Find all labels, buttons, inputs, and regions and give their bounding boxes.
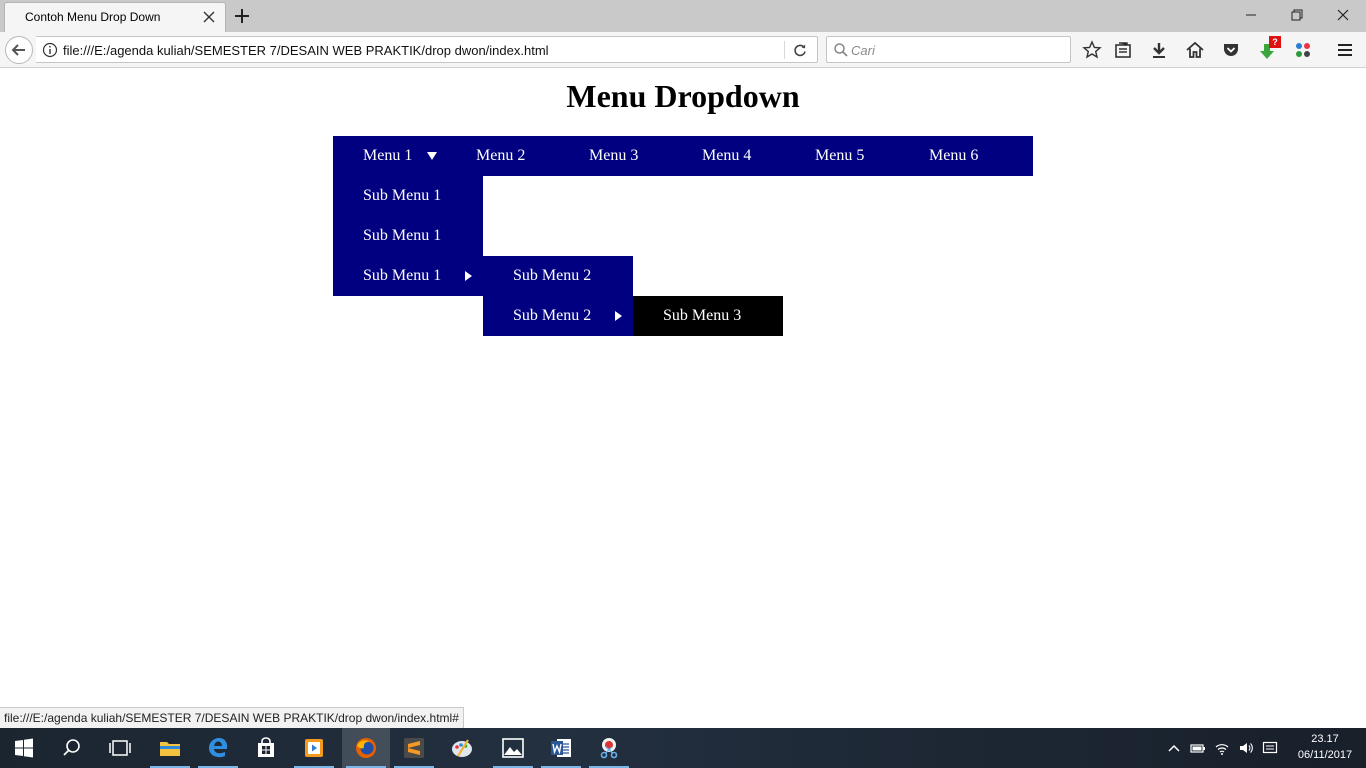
search-icon: [834, 43, 848, 57]
menu-item-label: Menu 1: [363, 147, 413, 164]
submenu-level-2: Sub Menu 2 Sub Menu 2: [483, 256, 633, 336]
store-button[interactable]: [242, 728, 290, 768]
submenu-level-1: Sub Menu 1 Sub Menu 1 Sub Menu 1: [333, 176, 483, 296]
submenu-1-item[interactable]: Sub Menu 1: [333, 216, 483, 256]
file-explorer-button[interactable]: [146, 728, 194, 768]
menu-item-2[interactable]: Menu 2: [446, 136, 559, 176]
windows-logo-icon: [15, 738, 33, 758]
volume-icon[interactable]: [1238, 740, 1254, 756]
extension-puzzle-icon[interactable]: [1293, 40, 1313, 60]
new-tab-icon[interactable]: [232, 6, 252, 26]
search-input[interactable]: [851, 41, 1061, 59]
menu-item-label: Menu 3: [589, 147, 639, 164]
bookmark-star-icon[interactable]: [1082, 40, 1102, 60]
store-bag-icon: [258, 737, 274, 757]
clock-date: 06/11/2017: [1297, 749, 1353, 761]
sublime-text-button[interactable]: [390, 728, 438, 768]
extension-download-button[interactable]: ?: [1257, 36, 1283, 62]
search-bar[interactable]: [826, 36, 1071, 63]
browser-tab[interactable]: Contoh Menu Drop Down: [4, 2, 226, 32]
main-menu-bar: Menu 1 Menu 2 Menu 3 Menu 4 Menu 5 Menu …: [333, 136, 1033, 176]
start-button[interactable]: [0, 728, 48, 768]
media-player-icon: [305, 739, 323, 757]
folder-icon: [160, 742, 180, 756]
back-arrow-icon: [11, 44, 25, 56]
edge-icon: [209, 738, 228, 758]
menu-item-3[interactable]: Menu 3: [559, 136, 672, 176]
status-link-preview: file:///E:/agenda kuliah/SEMESTER 7/DESA…: [0, 707, 464, 728]
submenu-1-item-with-children[interactable]: Sub Menu 1: [333, 256, 483, 296]
menu-item-6[interactable]: Menu 6: [899, 136, 1012, 176]
photos-icon: [502, 738, 524, 758]
menu-item-label: Menu 2: [476, 147, 526, 164]
back-button[interactable]: [5, 36, 33, 64]
word-button[interactable]: [537, 728, 585, 768]
firefox-icon: [356, 738, 376, 758]
minimize-icon[interactable]: [1241, 6, 1261, 24]
menu-item-1[interactable]: Menu 1: [333, 136, 453, 176]
notification-badge: ?: [1269, 36, 1281, 48]
paint-button[interactable]: [438, 728, 486, 768]
sublime-text-icon: [404, 738, 424, 758]
reading-list-icon[interactable]: [1113, 40, 1133, 60]
edge-browser-button[interactable]: [194, 728, 242, 768]
battery-icon[interactable]: [1190, 740, 1206, 756]
menu-item-label: Menu 6: [929, 147, 979, 164]
wifi-icon[interactable]: [1214, 740, 1230, 756]
word-icon: [551, 739, 571, 757]
submenu-item-label: Sub Menu 2: [513, 307, 592, 324]
windows-taskbar: 23.17 06/11/2017: [0, 728, 1366, 768]
close-tab-icon[interactable]: [201, 9, 217, 25]
dropdown-arrow-icon: [427, 152, 437, 160]
submenu-level-3: Sub Menu 3: [633, 296, 783, 336]
task-view-icon: [109, 740, 131, 756]
clock-time: 23.17: [1311, 733, 1339, 745]
action-center-icon[interactable]: [1262, 740, 1278, 756]
tab-title: Contoh Menu Drop Down: [25, 10, 161, 24]
menu-item-4[interactable]: Menu 4: [672, 136, 785, 176]
download-icon[interactable]: [1149, 40, 1169, 60]
home-icon[interactable]: [1185, 40, 1205, 60]
info-icon[interactable]: [42, 42, 58, 58]
submenu-3-item[interactable]: Sub Menu 3: [633, 296, 783, 336]
chevron-right-icon: [615, 311, 622, 321]
firefox-button[interactable]: [342, 728, 390, 768]
submenu-2-item[interactable]: Sub Menu 2: [483, 256, 633, 296]
navigation-toolbar: file:///E:/agenda kuliah/SEMESTER 7/DESA…: [0, 32, 1366, 68]
pocket-icon[interactable]: [1221, 40, 1241, 60]
menu-item-label: Menu 5: [815, 147, 865, 164]
chevron-right-icon: [465, 271, 472, 281]
submenu-item-label: Sub Menu 1: [363, 267, 442, 284]
chevron-up-icon[interactable]: [1166, 740, 1182, 756]
media-player-button[interactable]: [290, 728, 338, 768]
address-bar[interactable]: file:///E:/agenda kuliah/SEMESTER 7/DESA…: [36, 36, 818, 63]
photos-button[interactable]: [489, 728, 537, 768]
snipping-tool-button[interactable]: [585, 728, 633, 768]
menu-item-label: Menu 4: [702, 147, 752, 164]
close-window-icon[interactable]: [1333, 6, 1353, 24]
page-title: Menu Dropdown: [566, 78, 800, 114]
submenu-1-item[interactable]: Sub Menu 1: [333, 176, 483, 216]
restore-icon[interactable]: [1287, 6, 1307, 24]
system-clock[interactable]: 23.17 06/11/2017: [1288, 731, 1362, 763]
search-icon: [63, 739, 80, 756]
tab-bar: Contoh Menu Drop Down: [0, 0, 1366, 32]
divider: [784, 41, 785, 59]
search-button[interactable]: [48, 728, 96, 768]
paint-palette-icon: [452, 739, 472, 757]
menu-item-5[interactable]: Menu 5: [785, 136, 898, 176]
reload-icon[interactable]: [792, 42, 808, 58]
submenu-2-item-with-children[interactable]: Sub Menu 2: [483, 296, 633, 336]
url-text: file:///E:/agenda kuliah/SEMESTER 7/DESA…: [63, 43, 549, 58]
hamburger-menu-icon[interactable]: [1335, 40, 1355, 60]
snipping-tool-icon: [600, 738, 618, 759]
task-view-button[interactable]: [96, 728, 144, 768]
